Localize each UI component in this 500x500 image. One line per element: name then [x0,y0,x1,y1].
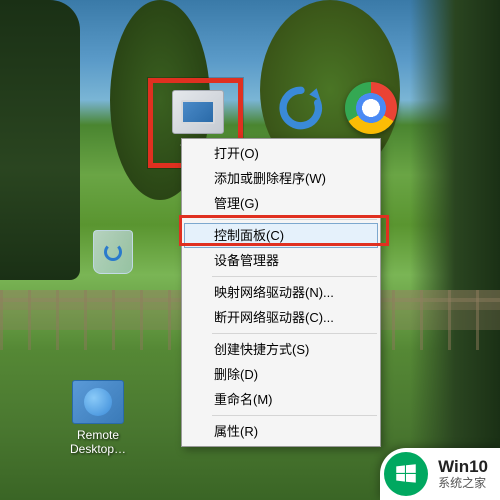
remote-desktop-icon [72,380,124,424]
menu-map-network-drive[interactable]: 映射网络驱动器(N)... [184,280,378,305]
context-menu: 打开(O) 添加或删除程序(W) 管理(G) 控制面板(C) 设备管理器 映射网… [181,138,381,447]
menu-open[interactable]: 打开(O) [184,141,378,166]
watermark-subtitle: 系统之家 [438,477,488,490]
menu-separator [212,219,377,220]
windows-logo-icon [384,452,428,496]
menu-separator [212,333,377,334]
desktop-icon-remote-desktop[interactable]: Remote Desktop… [60,380,136,456]
refresh-icon[interactable] [275,82,327,134]
menu-control-panel[interactable]: 控制面板(C) [184,223,378,248]
watermark-title: Win10 [438,458,488,477]
menu-create-shortcut[interactable]: 创建快捷方式(S) [184,337,378,362]
chrome-icon[interactable] [345,82,397,134]
menu-separator [212,415,377,416]
menu-add-remove-programs[interactable]: 添加或删除程序(W) [184,166,378,191]
menu-rename[interactable]: 重命名(M) [184,387,378,412]
menu-delete[interactable]: 删除(D) [184,362,378,387]
menu-manage[interactable]: 管理(G) [184,191,378,216]
menu-disconnect-network-drive[interactable]: 断开网络驱动器(C)... [184,305,378,330]
menu-separator [212,276,377,277]
desktop-icon-label: Remote Desktop… [60,428,136,456]
recycle-bin-icon [93,230,133,274]
menu-properties[interactable]: 属性(R) [184,419,378,444]
menu-device-manager[interactable]: 设备管理器 [184,248,378,273]
computer-icon [172,90,224,134]
desktop-icon-recycle-bin[interactable] [75,230,151,274]
watermark-badge: Win10 系统之家 [380,448,500,500]
